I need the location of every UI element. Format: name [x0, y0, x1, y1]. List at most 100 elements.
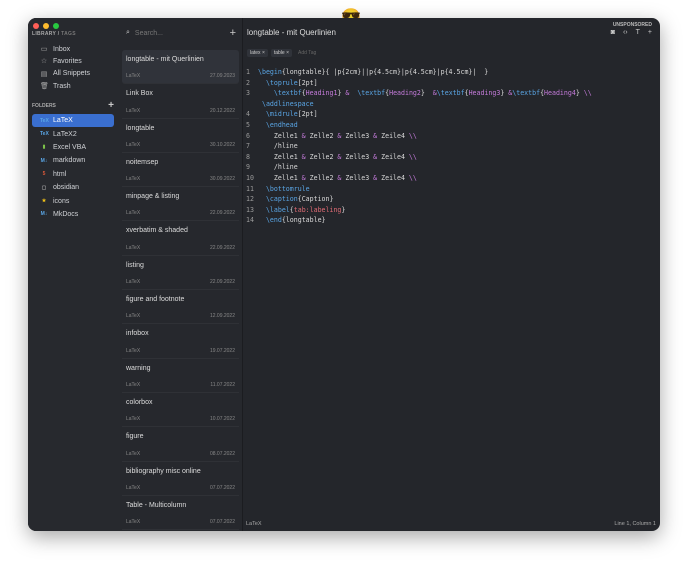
folder-list: TeX LaTeX TeX LaTeX2 ▮ Excel VBA M↓ markdown 5 ht… [32, 114, 114, 221]
minimize-button[interactable] [43, 23, 49, 29]
sidebar: LIBRARY / TAGS ▭ Inbox ☆ Favorites ▤ All Snip… [28, 18, 121, 531]
tag-table[interactable]: table × [270, 49, 293, 57]
snippet-title: colorbox [126, 398, 153, 406]
search-bar[interactable]: ⌕ Search... + [126, 27, 236, 39]
nav-item-favorites[interactable]: ☆ Favorites [40, 55, 90, 67]
code-token: \midrule [265, 110, 298, 119]
archive-icon: ▤ [40, 70, 48, 78]
snippet-title: bibliography misc online [126, 467, 201, 475]
add-folder-button[interactable]: + [108, 100, 114, 111]
snippet-date: 22.09.2022 [209, 279, 235, 286]
snippet-item[interactable]: minpage & listing LaTeX 22.09.2022 [122, 187, 239, 222]
folder-obsidian[interactable]: ▢ obsidian [32, 181, 114, 194]
nav-item-trash[interactable]: 🗑 Trash [40, 80, 90, 92]
camera-icon[interactable]: ◙ [611, 29, 615, 36]
snippet-item[interactable]: warning LaTeX 11.07.2022 [122, 359, 239, 393]
tab-tags[interactable]: TAGS [61, 31, 76, 37]
status-bar: LaTeX Line 1, Column 1 [242, 517, 660, 531]
add-tag-input[interactable]: Add Tag [295, 49, 319, 57]
snippet-item[interactable]: figure LaTeX 08.07.2022 [122, 427, 239, 462]
code-token: Heading2 [389, 89, 421, 98]
code-token: Zeile4 [377, 131, 409, 140]
folder-icon: M↓ [40, 157, 48, 164]
snippet-item[interactable]: noitemsep LaTeX 30.09.2022 [122, 153, 239, 188]
nav-item-inbox[interactable]: ▭ Inbox [40, 43, 90, 55]
snippet-item[interactable]: Table - Multicolumn LaTeX 07.07.2022 [122, 496, 239, 531]
snippet-folder: LaTeX [126, 141, 141, 148]
code-token: } [575, 89, 584, 98]
code-line: 5 \endhead [246, 120, 592, 131]
add-snippet-button[interactable]: + [230, 27, 236, 39]
code-token: [2pt] [297, 78, 318, 87]
folder-excel-vba[interactable]: ▮ Excel VBA [32, 141, 114, 154]
editor-toolbar: ◙ ‹› T + [611, 29, 652, 36]
tab-library[interactable]: LIBRARY [32, 31, 56, 37]
code-token: /hline [258, 163, 298, 172]
snippet-folder: LaTeX [126, 381, 141, 388]
language-selector[interactable]: LaTeX [246, 521, 262, 527]
code-token: \textbf [436, 89, 465, 98]
library-nav: ▭ Inbox ☆ Favorites ▤ All Snippets 🗑 Trash [40, 43, 90, 92]
folder-icon: TeX [40, 117, 49, 124]
snippet-item[interactable]: figure and footnote LaTeX 12.09.2022 [122, 290, 239, 325]
close-button[interactable] [33, 23, 39, 29]
code-line: 3 \textbf{Heading1} & \textbf{Heading2} … [246, 88, 592, 99]
code-line: 7 /hline [246, 141, 592, 152]
format-icon[interactable]: T [636, 29, 640, 36]
folder-markdown[interactable]: M↓ markdown [32, 154, 114, 167]
unsponsored-label[interactable]: UNSPONSORED [613, 22, 652, 28]
code-token: \end [265, 216, 282, 225]
folder-icon: ★ [41, 198, 47, 205]
code-token: Zelle1 [258, 152, 302, 161]
nav-item-label: All Snippets [53, 70, 90, 78]
folder-icons[interactable]: ★ icons [32, 194, 114, 207]
tag-latex[interactable]: latex × [247, 49, 268, 57]
code-token: Zelle1 [258, 173, 302, 182]
folder-html[interactable]: 5 html [32, 168, 114, 181]
snippet-title: listing [126, 261, 144, 269]
code-line: 13 \label{tab:labeling} [246, 205, 592, 216]
tag-bar: latex × table × Add Tag [247, 49, 319, 57]
snippet-item[interactable]: infobox LaTeX 19.07.2022 [122, 324, 239, 359]
snippet-date: 08.07.2022 [209, 450, 235, 457]
snippet-date: 07.07.2022 [209, 519, 235, 526]
code-token: \toprule [265, 78, 298, 87]
folder-latex2[interactable]: TeX LaTeX2 [32, 127, 114, 140]
folders-title: FOLDERS [32, 102, 56, 109]
code-token: Heading3 [468, 89, 501, 98]
snippet-item[interactable]: bibliography misc online LaTeX 07.07.2022 [122, 462, 239, 496]
snippet-item[interactable]: listing LaTeX 22.09.2022 [122, 256, 239, 291]
snippet-item[interactable]: colorbox LaTeX 10.07.2022 [122, 393, 239, 428]
code-token: Zeile4 [377, 173, 409, 182]
folder-latex[interactable]: TeX LaTeX [32, 114, 114, 128]
line-number: 8 [246, 152, 250, 161]
code-token: {Caption} [297, 195, 334, 204]
snippet-item[interactable]: xverbatim & shaded LaTeX 22.09.2022 [122, 221, 239, 256]
add-icon[interactable]: + [648, 29, 652, 36]
snippet-title[interactable]: longtable - mit Querlinien [247, 28, 336, 37]
search-input[interactable]: Search... [135, 30, 163, 37]
snippet-item[interactable]: longtable - mit Querlinien LaTeX 27.09.202… [122, 50, 239, 85]
folders-header: FOLDERS + [32, 100, 114, 111]
snippet-date: 22.09.2022 [209, 244, 235, 251]
code-line: 10 Zelle1 & Zelle2 & Zelle3 & Zeile4 \\ [246, 173, 592, 184]
code-editor[interactable]: 1 \begin{longtable}{ |p{2cm}||p{4.5cm}|p{… [246, 67, 592, 226]
code-token: Zelle2 [305, 152, 338, 161]
snippet-title: figure [126, 433, 144, 441]
snippet-title: longtable - mit Querlinien [126, 56, 204, 63]
code-icon[interactable]: ‹› [623, 29, 628, 36]
snippet-date: 11.07.2022 [210, 381, 235, 388]
snippet-item[interactable]: Link Box LaTeX 20.12.2022 [122, 84, 239, 119]
snippet-date: 10.07.2022 [209, 416, 235, 423]
folder-label: LaTeX2 [53, 130, 77, 138]
code-line: 8 Zelle1 & Zelle2 & Zelle3 & Zeile4 \\ [246, 152, 592, 163]
code-line: 14 \end{longtable} [246, 215, 592, 226]
snippet-item[interactable]: longtable LaTeX 30.10.2022 [122, 119, 239, 153]
code-token: \\ [583, 89, 592, 98]
folder-mkdocs[interactable]: M↓ MkDocs [32, 208, 114, 221]
zoom-button[interactable] [53, 23, 59, 29]
line-number: 14 [246, 216, 254, 225]
nav-item-all-snippets[interactable]: ▤ All Snippets [40, 68, 90, 80]
